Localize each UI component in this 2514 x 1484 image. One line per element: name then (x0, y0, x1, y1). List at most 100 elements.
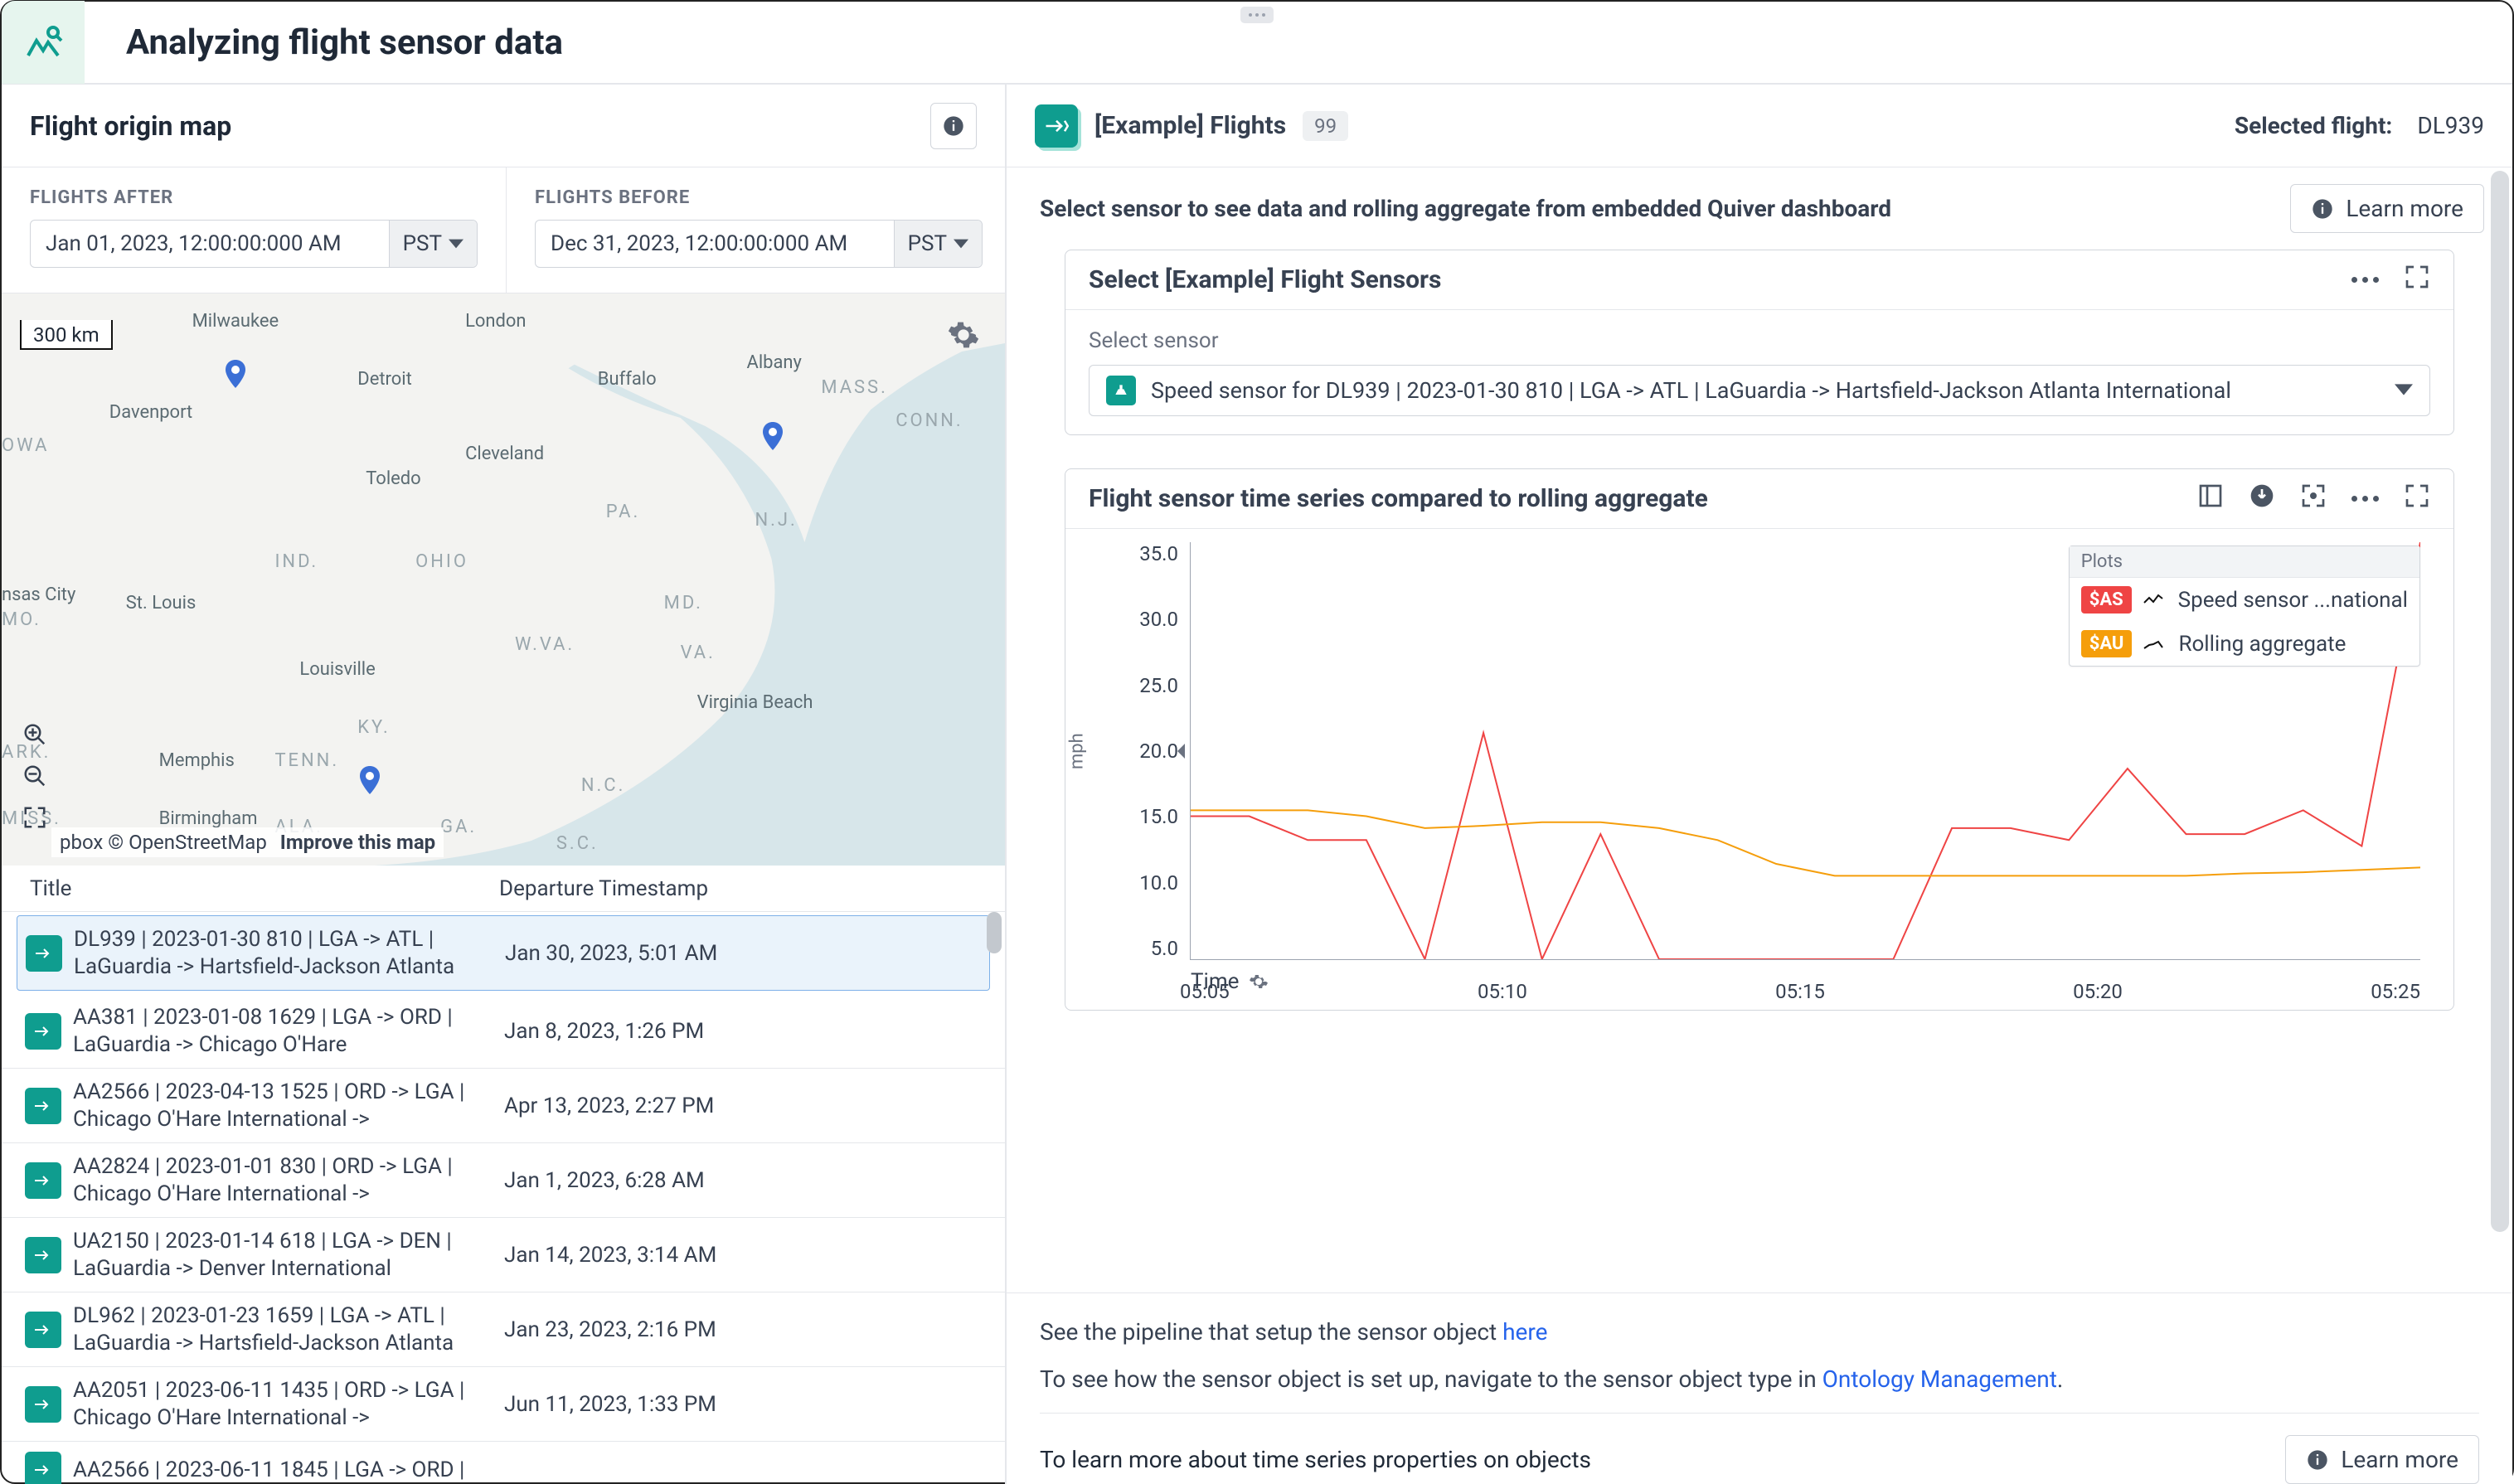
sensor-select-dropdown[interactable]: Speed sensor for DL939 | 2023-01-30 810 … (1089, 365, 2430, 416)
ontology-link[interactable]: Ontology Management (1822, 1365, 2057, 1393)
table-row[interactable]: AA2566 | 2023-04-13 1525 | ORD -> LGA | … (2, 1069, 1005, 1143)
footer-text: . (2057, 1365, 2063, 1393)
object-count-badge: 99 (1303, 111, 1348, 141)
focus-icon[interactable] (2300, 483, 2327, 515)
table-row[interactable]: DL962 | 2023-01-23 1659 | LGA -> ATL | L… (2, 1292, 1005, 1367)
svg-text:MO.: MO. (2, 609, 41, 630)
flight-icon (26, 935, 62, 972)
map-pin-icon[interactable] (360, 766, 380, 794)
svg-text:OHIO: OHIO (415, 551, 468, 572)
col-title[interactable]: Title (2, 876, 483, 901)
flights-before-label: FLIGHTS BEFORE (535, 187, 983, 208)
legend-label: Rolling aggregate (2178, 632, 2346, 657)
attrib-text: pbox © OpenStreetMap (60, 831, 267, 854)
col-departure[interactable]: Departure Timestamp (483, 876, 1005, 901)
flight-icon (25, 1312, 61, 1348)
svg-text:Milwaukee: Milwaukee (192, 311, 279, 332)
flights-before-value: Dec 31, 2023, 12:00:00:000 AM (551, 231, 847, 256)
flights-after-value: Jan 01, 2023, 12:00:00:000 AM (46, 231, 342, 256)
tz-text: PST (908, 231, 947, 256)
flight-icon (25, 1088, 61, 1124)
svg-text:Albany: Albany (747, 352, 803, 373)
selected-flight-value: DL939 (2417, 112, 2484, 139)
row-title: UA2150 | 2023-01-14 618 | LGA -> DEN | L… (73, 1228, 488, 1282)
svg-text:W.VA.: W.VA. (515, 634, 575, 655)
map-settings-icon[interactable] (947, 318, 980, 357)
app-logo-icon (2, 1, 85, 84)
svg-text:MD.: MD. (664, 593, 703, 613)
map-pin-icon[interactable] (226, 360, 245, 388)
table-row[interactable]: AA381 | 2023-01-08 1629 | LGA -> ORD | L… (2, 994, 1005, 1069)
table-scrollbar[interactable] (987, 912, 1002, 1484)
flights-after-input[interactable]: Jan 01, 2023, 12:00:00:000 AM PST (30, 220, 478, 268)
card-menu-icon[interactable] (2351, 277, 2379, 283)
row-title: AA381 | 2023-01-08 1629 | LGA -> ORD | L… (73, 1004, 488, 1058)
expand-icon[interactable] (2404, 264, 2430, 296)
svg-text:St. Louis: St. Louis (126, 593, 197, 613)
row-timestamp: Jan 14, 2023, 3:14 AM (488, 1243, 1005, 1268)
svg-text:N.C.: N.C. (581, 775, 626, 796)
svg-text:Birmingham: Birmingham (159, 808, 258, 829)
sensor-select-card: Select [Example] Flight Sensors Select s… (1065, 250, 2454, 435)
flights-before-input[interactable]: Dec 31, 2023, 12:00:00:000 AM PST (535, 220, 983, 268)
panel-scrollbar[interactable] (2491, 167, 2509, 1484)
timeseries-chart[interactable]: mph 35.030.025.020.015.010.05.0 Time 05:… (1065, 529, 2453, 1010)
flight-icon (25, 1237, 61, 1273)
object-type-label: [Example] Flights (1094, 111, 1286, 140)
learn-more-button[interactable]: Learn more (2290, 184, 2484, 233)
row-title: AA2051 | 2023-06-11 1435 | ORD -> LGA | … (73, 1377, 488, 1431)
pipeline-link[interactable]: here (1502, 1318, 1547, 1346)
sensor-card-title: Select [Example] Flight Sensors (1089, 265, 1441, 294)
svg-text:Toledo: Toledo (366, 468, 420, 489)
chart-collapse-handle[interactable] (1177, 736, 1187, 766)
expand-icon[interactable] (2404, 483, 2430, 515)
legend-item[interactable]: $AS Speed sensor ...national (2070, 578, 2419, 622)
svg-text:MASS.: MASS. (821, 377, 888, 398)
right-panel: [Example] Flights 99 Selected flight: DL… (1007, 85, 2512, 1484)
chart-card-title: Flight sensor time series compared to ro… (1089, 484, 1708, 513)
row-title: AA2566 | 2023-04-13 1525 | ORD -> LGA | … (73, 1079, 488, 1132)
row-title: AA2566 | 2023-06-11 1845 | LGA -> ORD | (73, 1457, 488, 1484)
zoom-in-icon[interactable] (20, 720, 50, 749)
sensor-select-value: Speed sensor for DL939 | 2023-01-30 810 … (1151, 377, 2231, 404)
learn-more-label: Learn more (2341, 1446, 2458, 1473)
flights-after-tz[interactable]: PST (389, 221, 477, 267)
map-pin-icon[interactable] (763, 422, 783, 450)
page-title: Analyzing flight sensor data (126, 22, 563, 63)
row-timestamp: Jan 30, 2023, 5:01 AM (488, 941, 989, 966)
table-row[interactable]: AA2824 | 2023-01-01 830 | ORD -> LGA | C… (2, 1143, 1005, 1218)
svg-text:GA.: GA. (440, 817, 477, 837)
zoom-out-icon[interactable] (20, 761, 50, 791)
table-row[interactable]: AA2051 | 2023-06-11 1435 | ORD -> LGA | … (2, 1367, 1005, 1442)
download-icon[interactable] (2249, 483, 2275, 515)
svg-text:KY.: KY. (357, 717, 390, 738)
row-timestamp: Jan 23, 2023, 2:16 PM (488, 1317, 1005, 1342)
flights-before-tz[interactable]: PST (894, 221, 982, 267)
improve-map-link[interactable]: Improve this map (280, 831, 435, 854)
legend-title: Plots (2070, 546, 2419, 578)
table-row[interactable]: DL939 | 2023-01-30 810 | LGA -> ATL | La… (17, 915, 990, 991)
row-timestamp: Apr 13, 2023, 2:27 PM (488, 1094, 1005, 1118)
origin-map[interactable]: Milwaukee Detroit London Buffalo Albany … (2, 293, 1005, 866)
chevron-down-icon (2395, 377, 2413, 405)
legend-item[interactable]: $AU Rolling aggregate (2070, 622, 2419, 666)
learn-more-button[interactable]: Learn more (2285, 1435, 2479, 1484)
info-button[interactable] (930, 103, 977, 149)
table-row[interactable]: UA2150 | 2023-01-14 618 | LGA -> DEN | L… (2, 1218, 1005, 1292)
sensor-select-label: Select sensor (1089, 328, 2430, 353)
flights-object-icon (1035, 104, 1078, 148)
map-attribution[interactable]: pbox © OpenStreetMap Improve this map (51, 827, 444, 857)
chart-ylabel: mph (1067, 733, 1088, 769)
sensor-prompt-text: Select sensor to see data and rolling ag… (1040, 195, 1891, 222)
svg-text:PA.: PA. (606, 502, 640, 522)
window-drag-handle[interactable] (1240, 7, 1274, 23)
svg-text:VA.: VA. (681, 643, 716, 663)
flight-icon (25, 1452, 61, 1484)
panel-toggle-icon[interactable] (2197, 483, 2224, 515)
svg-text:S.C.: S.C. (556, 833, 599, 854)
table-row[interactable]: AA2566 | 2023-06-11 1845 | LGA -> ORD | (2, 1442, 1005, 1484)
card-menu-icon[interactable] (2351, 496, 2379, 502)
row-timestamp: Jan 8, 2023, 1:26 PM (488, 1019, 1005, 1044)
flight-icon (25, 1386, 61, 1423)
zoom-fit-icon[interactable] (20, 803, 50, 832)
